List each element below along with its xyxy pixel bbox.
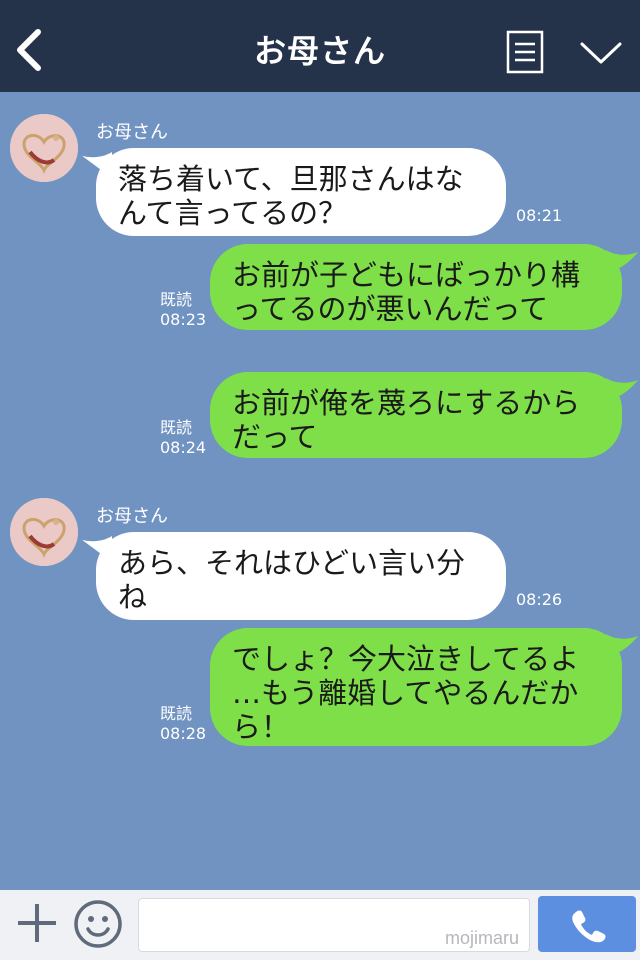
message-time: 08:26 [516, 590, 563, 609]
message-line: ら！ [232, 710, 291, 744]
message-line: ね [118, 580, 148, 614]
message-line: 落ち着いて、旦那さんはな [118, 162, 464, 196]
message-bubble-received[interactable]: 落ち着いて、旦那さんはな んて言ってるの？ [96, 148, 506, 236]
emoji-button[interactable] [72, 898, 124, 950]
menu-list-icon [506, 30, 544, 74]
message-time: 08:24 [160, 438, 207, 457]
input-bar: mojimaru [0, 890, 640, 960]
bubble-tail [606, 634, 638, 658]
chat-area[interactable]: お母さん 落ち着いて、旦那さんはな んて言ってるの？ 08:21 既読 08:2… [0, 92, 640, 890]
message-line: ってるのが悪いんだって [232, 292, 549, 326]
message-time: 08:21 [516, 206, 563, 225]
message-line: あら、それはひどい言い分 [118, 546, 466, 580]
plus-icon [18, 904, 56, 942]
emoji-icon [74, 900, 122, 948]
heart-necklace-icon [10, 498, 78, 566]
message-bubble-sent[interactable]: お前が俺を蔑ろにするから だって [210, 372, 622, 458]
message-bubble-sent[interactable]: でしょ？今大泣きしてるよ …もう離婚してやるんだか ら！ [210, 628, 622, 746]
bubble-tail [606, 250, 638, 274]
menu-button[interactable] [506, 30, 544, 74]
message-bubble-received[interactable]: あら、それはひどい言い分 ね [96, 532, 506, 620]
add-button[interactable] [14, 900, 60, 946]
heart-necklace-icon [10, 114, 78, 182]
chat-title: お母さん [253, 32, 386, 70]
message-input[interactable]: mojimaru [138, 898, 530, 952]
phone-icon [572, 910, 606, 943]
message-time: 08:28 [160, 724, 207, 743]
message-line: んて言ってるの？ [118, 196, 348, 230]
message-line: お前が俺を蔑ろにするから [232, 386, 581, 420]
collapse-button[interactable] [578, 36, 624, 68]
message-line: だって [232, 420, 318, 454]
message-time: 08:23 [160, 310, 207, 329]
avatar[interactable] [10, 498, 78, 566]
call-button[interactable] [538, 896, 636, 952]
read-status: 既読 08:24 [160, 418, 206, 458]
sender-name: お母さん [96, 122, 168, 143]
read-status: 既読 08:23 [160, 290, 206, 330]
chat-header: お母さん [0, 0, 640, 92]
watermark-text: mojimaru [444, 928, 519, 948]
message-line: …もう離婚してやるんだか [232, 676, 579, 710]
sender-name: お母さん [96, 506, 168, 527]
message-line: お前が子どもにばっかり構 [232, 258, 581, 292]
read-label: 既読 [160, 704, 193, 723]
bubble-tail [606, 378, 638, 402]
chevron-down-icon [580, 42, 622, 64]
read-label: 既読 [160, 290, 193, 309]
read-status: 既読 08:28 [160, 704, 206, 744]
read-label: 既読 [160, 418, 193, 437]
message-bubble-sent[interactable]: お前が子どもにばっかり構 ってるのが悪いんだって [210, 244, 622, 330]
avatar[interactable] [10, 114, 78, 182]
message-line: でしょ？今大泣きしてるよ [232, 642, 580, 676]
